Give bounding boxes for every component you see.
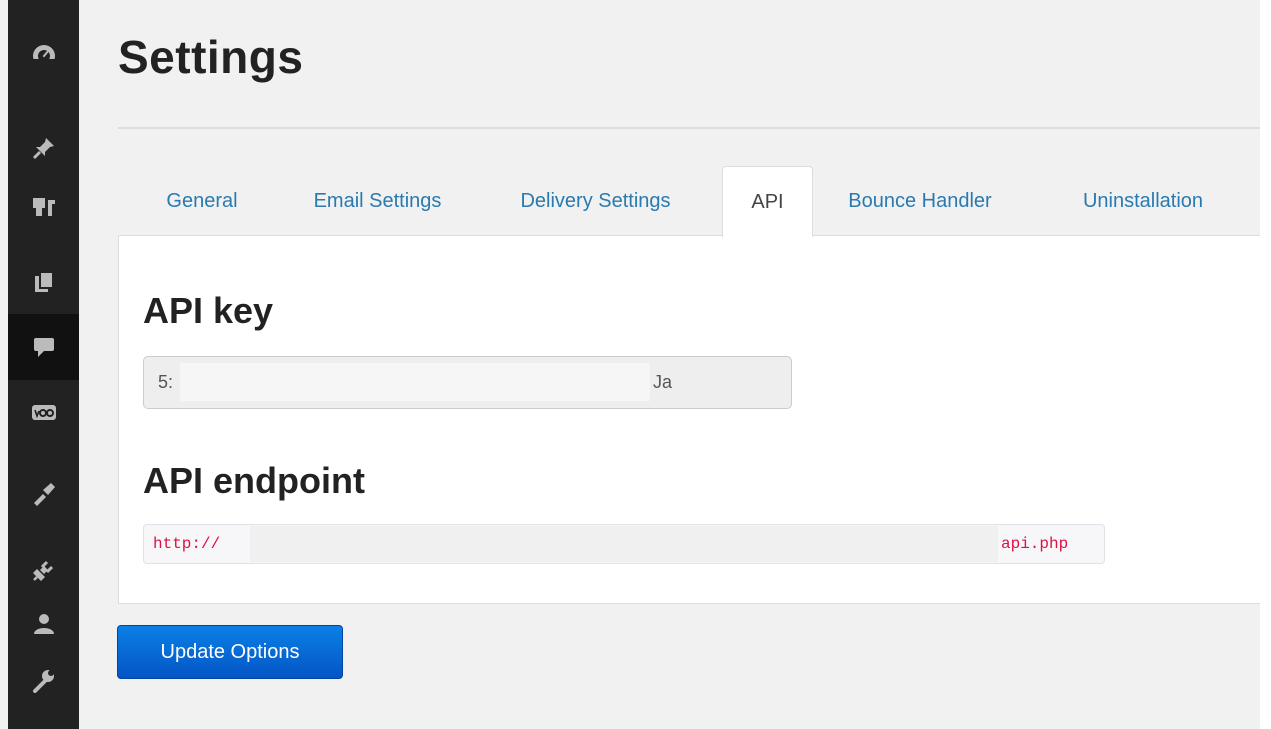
api-endpoint-code[interactable]: http:// api.php <box>143 524 1105 564</box>
sidebar-item-media[interactable] <box>8 187 79 227</box>
media-icon <box>32 198 55 216</box>
api-key-value-end: Ja <box>653 372 673 392</box>
tools-icon <box>32 670 54 693</box>
dashboard-icon <box>32 45 55 67</box>
pages-icon <box>34 271 54 292</box>
tab-label: Delivery Settings <box>520 189 671 212</box>
tab-label: Email Settings <box>313 189 442 212</box>
redacted-region <box>250 526 998 562</box>
tab-label: Uninstallation <box>1082 189 1204 212</box>
sidebar-item-plugins[interactable] <box>8 550 79 590</box>
redacted-region <box>180 363 650 401</box>
tab-general[interactable]: General <box>118 166 286 236</box>
sidebar-item-woo[interactable] <box>8 393 79 433</box>
sidebar-item-dashboard[interactable] <box>8 36 79 76</box>
plugins-icon <box>32 560 53 581</box>
sidebar-item-comments[interactable] <box>8 314 79 380</box>
api-key-value-start: 5: <box>158 372 174 392</box>
tab-uninstallation[interactable]: Uninstallation <box>1027 166 1259 236</box>
title-divider <box>118 127 1260 129</box>
tab-api[interactable]: API <box>722 166 813 237</box>
api-endpoint-heading: API endpoint <box>143 460 365 501</box>
admin-sidebar <box>8 0 79 729</box>
api-key-field[interactable]: 5: Ja <box>143 356 792 409</box>
tab-bounce-handler[interactable]: Bounce Handler <box>813 166 1027 236</box>
update-options-button[interactable]: Update Options <box>117 625 343 679</box>
tab-email-settings[interactable]: Email Settings <box>286 166 469 236</box>
woo-icon <box>31 405 56 420</box>
tab-delivery-settings[interactable]: Delivery Settings <box>469 166 722 236</box>
api-key-heading: API key <box>143 290 274 331</box>
page-title: Settings <box>118 31 304 83</box>
api-endpoint-end: api.php <box>1001 535 1069 553</box>
sidebar-item-posts[interactable] <box>8 128 79 168</box>
settings-tabs: General Email Settings Delivery Settings… <box>118 166 1259 237</box>
tab-label: API <box>751 190 784 213</box>
right-edge <box>1260 0 1271 729</box>
api-endpoint-start: http:// <box>153 535 221 553</box>
tab-label: General <box>166 189 238 212</box>
tab-label: Bounce Handler <box>848 189 992 212</box>
sidebar-item-tools[interactable] <box>8 660 79 700</box>
users-icon <box>33 614 54 634</box>
comments-icon <box>33 338 54 357</box>
sidebar-item-appearance[interactable] <box>8 474 79 514</box>
sidebar-item-users[interactable] <box>8 604 79 644</box>
pin-icon <box>32 138 54 160</box>
appearance-icon <box>33 483 55 506</box>
sidebar-item-pages[interactable] <box>8 262 79 302</box>
